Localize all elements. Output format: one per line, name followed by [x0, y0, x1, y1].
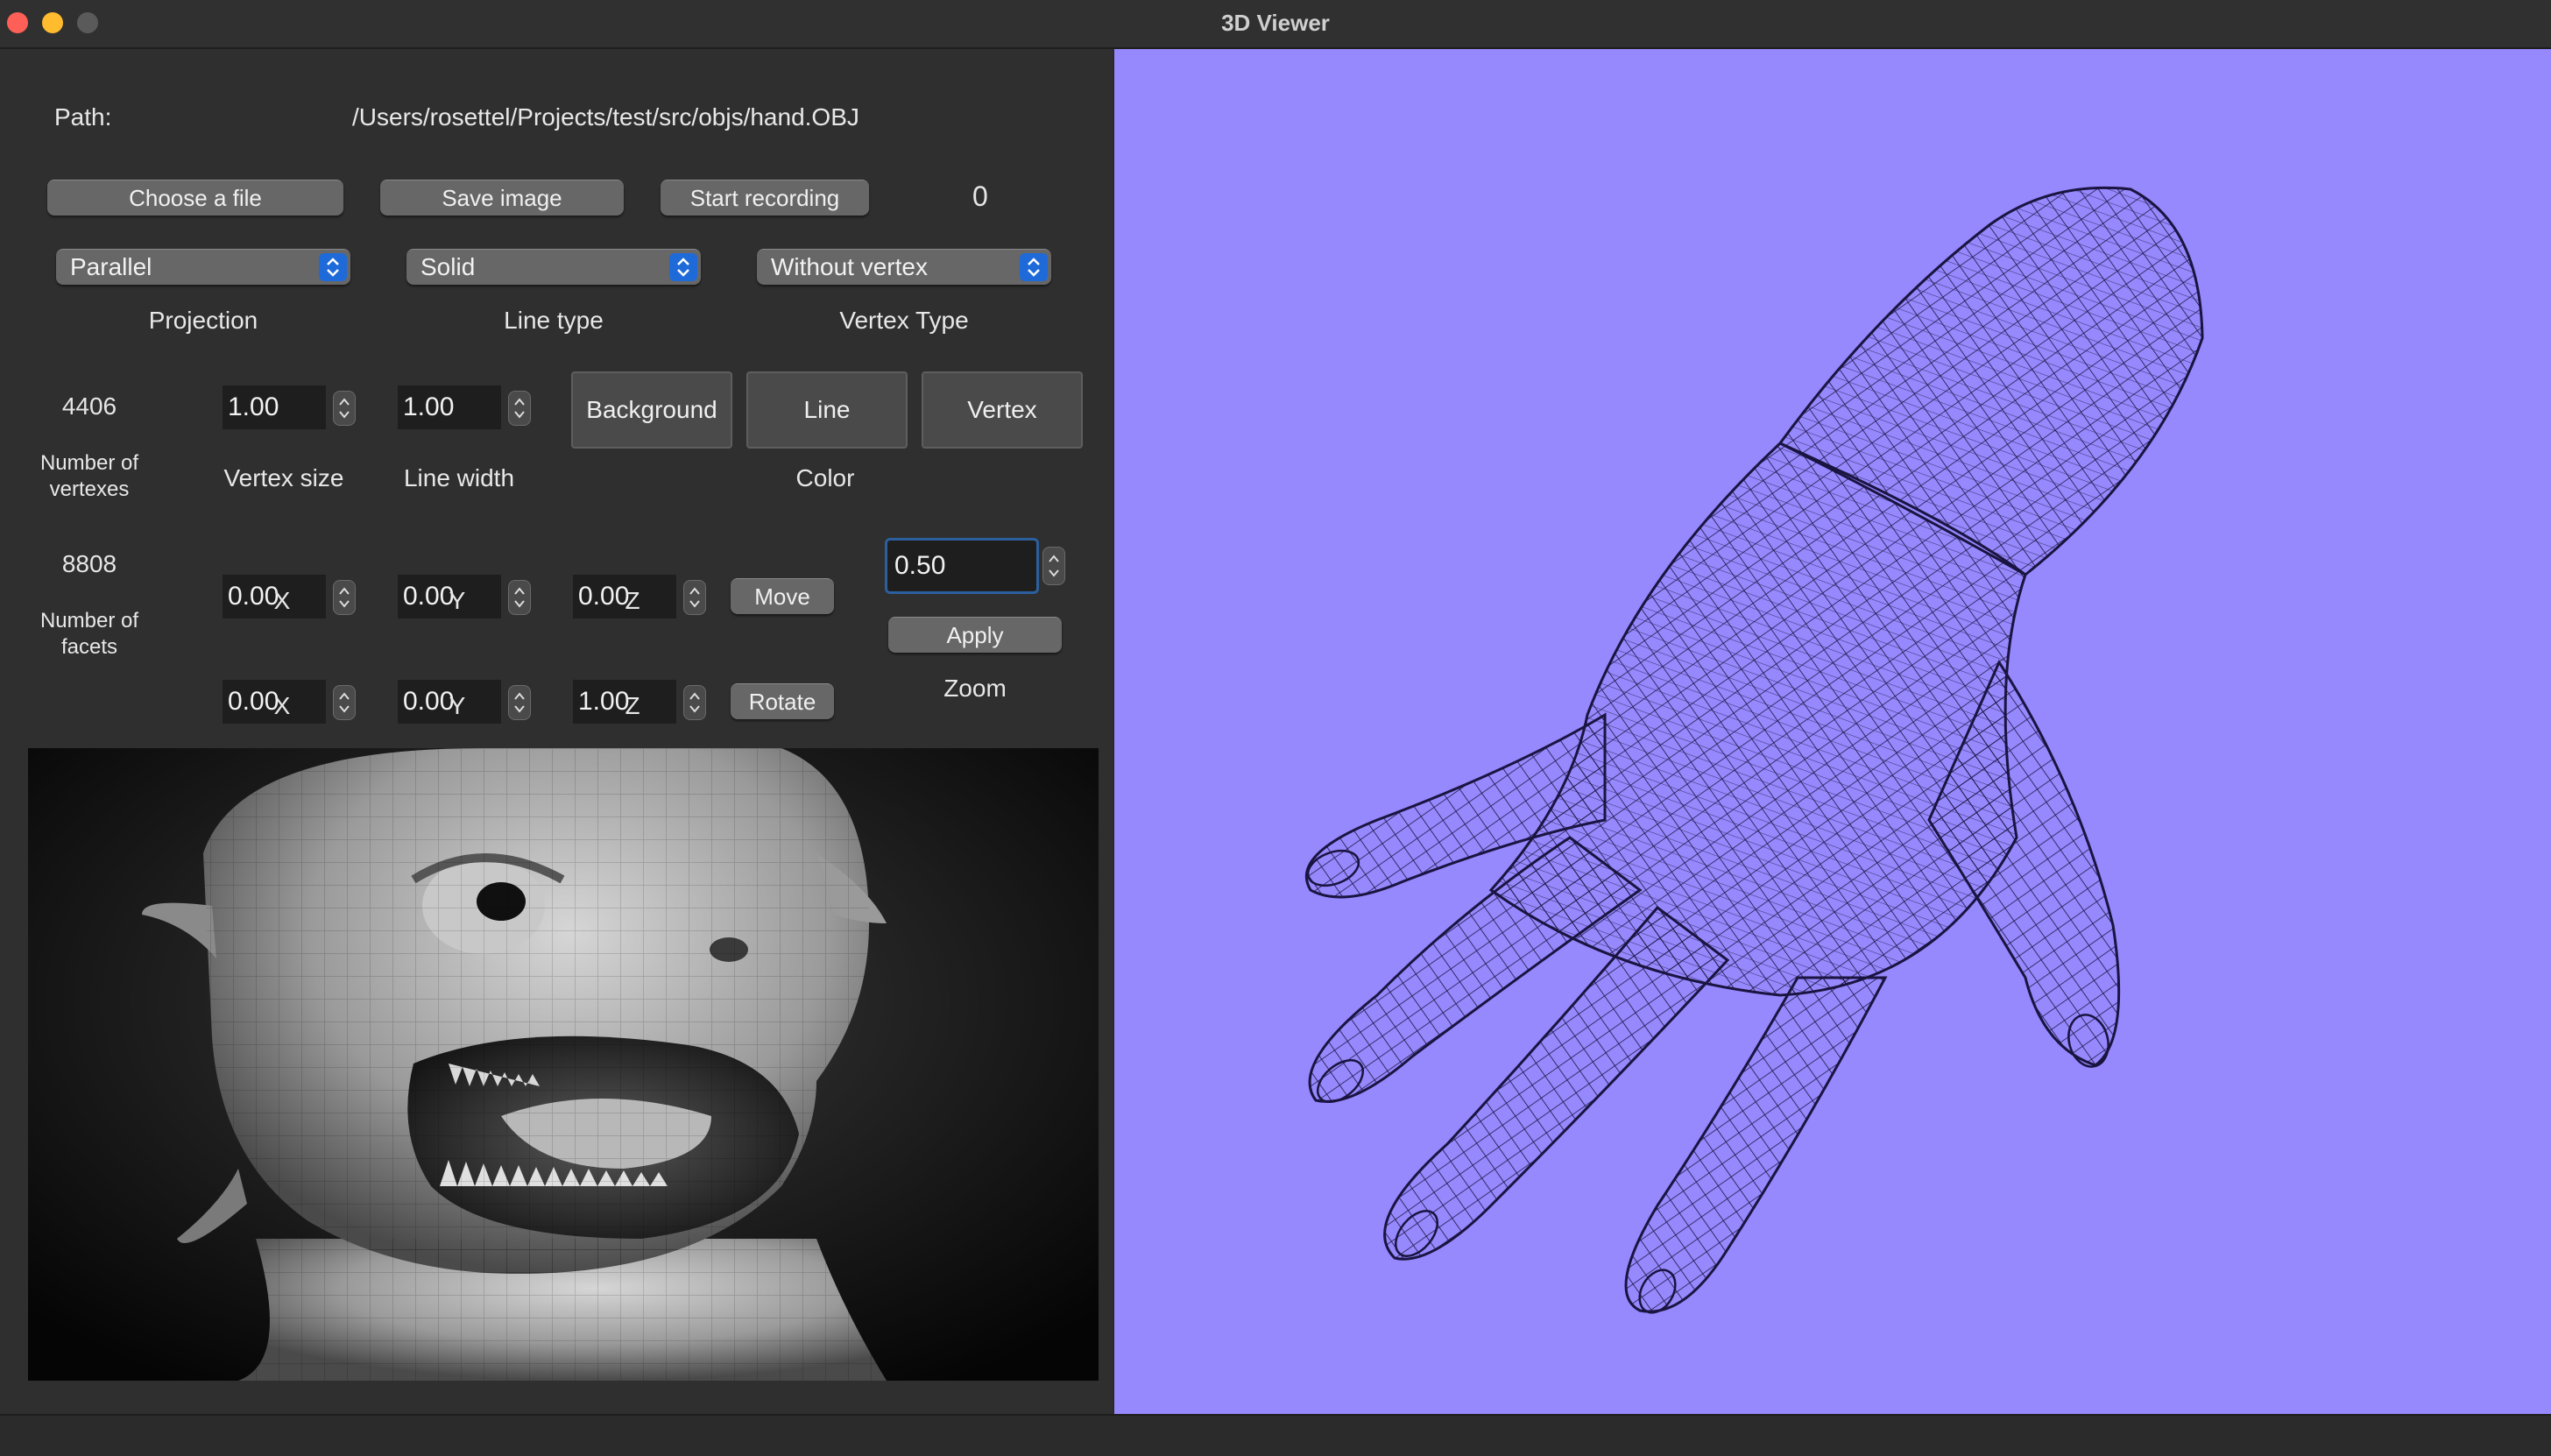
control-panel: Path: /Users/rosettel/Projects/test/src/… — [0, 49, 1113, 1414]
vertex-type-select[interactable]: Without vertex — [757, 249, 1051, 285]
line-type-select-value: Solid — [420, 253, 476, 280]
move-y-label: Y — [449, 587, 466, 614]
color-label: Color — [795, 464, 855, 491]
recording-counter: 0 — [972, 180, 988, 212]
rotate-x-label: X — [273, 692, 291, 719]
chevron-updown-icon — [1020, 253, 1048, 281]
vertex-size-stepper[interactable]: 1.00 — [223, 385, 363, 429]
projection-select-value: Parallel — [70, 253, 152, 280]
title-bar: 3D Viewer — [0, 0, 2551, 49]
facet-count-label: Number of facets — [39, 609, 139, 659]
choose-file-button[interactable]: Choose a file — [47, 180, 343, 216]
rotate-y-label: Y — [449, 692, 466, 719]
projection-select[interactable]: Parallel — [56, 249, 350, 285]
line-width-input[interactable]: 1.00 — [398, 385, 501, 429]
vertex-size-label: Vertex size — [223, 464, 344, 491]
chevron-updown-icon — [319, 253, 347, 281]
move-button[interactable]: Move — [731, 578, 834, 614]
move-x-label: X — [273, 587, 291, 614]
zoom-value: 0.50 — [894, 551, 946, 580]
vertex-count: 4406 — [61, 392, 117, 420]
rotate-z-label: Z — [625, 692, 640, 719]
zoom-input[interactable]: 0.50 — [885, 538, 1039, 594]
vertex-size-input[interactable]: 1.00 — [223, 385, 326, 429]
line-type-label: Line type — [504, 307, 604, 334]
line-width-label: Line width — [403, 464, 515, 491]
stepper-arrows-icon[interactable] — [1042, 547, 1065, 585]
line-color-button[interactable]: Line — [746, 371, 908, 449]
projection-label: Projection — [148, 307, 258, 334]
background-color-button[interactable]: Background — [571, 371, 732, 449]
hand-wireframe-model — [1304, 186, 2204, 1314]
preview-image — [28, 748, 1099, 1381]
creature-render-illustration — [28, 748, 1099, 1381]
move-z-label: Z — [625, 587, 640, 614]
zoom-label: Zoom — [943, 675, 1007, 702]
save-image-button[interactable]: Save image — [380, 180, 624, 216]
chevron-updown-icon — [669, 253, 697, 281]
vertex-type-label: Vertex Type — [839, 307, 969, 334]
path-value: /Users/rosettel/Projects/test/src/objs/h… — [352, 103, 859, 131]
line-width-stepper[interactable]: 1.00 — [398, 385, 538, 429]
window-title: 3D Viewer — [1221, 10, 1330, 36]
rotate-button[interactable]: Rotate — [731, 683, 834, 719]
line-type-select[interactable]: Solid — [406, 249, 701, 285]
vertex-type-select-value: Without vertex — [771, 253, 928, 280]
vertex-count-label: Number of vertexes — [39, 451, 139, 501]
path-label: Path: — [54, 103, 112, 131]
vertex-color-button[interactable]: Vertex — [922, 371, 1083, 449]
apply-zoom-button[interactable]: Apply — [888, 617, 1062, 653]
facet-count: 8808 — [61, 550, 117, 577]
stepper-arrows-icon[interactable] — [508, 391, 531, 426]
stepper-arrows-icon[interactable] — [333, 391, 356, 426]
status-bar — [0, 1414, 2551, 1456]
3d-viewport[interactable] — [1114, 49, 2551, 1414]
start-recording-button[interactable]: Start recording — [661, 180, 869, 216]
